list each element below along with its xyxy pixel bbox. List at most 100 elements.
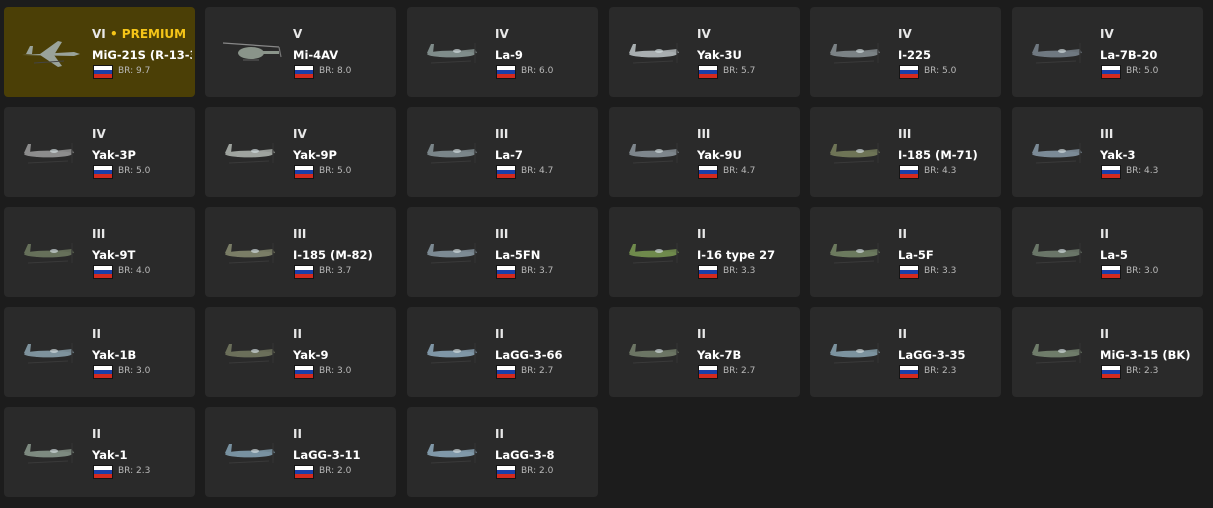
vehicle-card[interactable]: III I-185 (M-71) BR: 4.3 (810, 107, 1001, 197)
vehicle-tier: VI • PREMIUM (92, 27, 187, 41)
vehicle-card[interactable]: IV Yak-3U BR: 5.7 (609, 7, 800, 97)
russia-flag-icon (496, 465, 516, 479)
vehicle-name: Yak-9U (697, 148, 742, 162)
prop-plane-icon (14, 129, 86, 177)
vehicle-tier: IV (92, 127, 106, 141)
russia-flag-icon (93, 65, 113, 79)
vehicle-name: La-7 (495, 148, 523, 162)
vehicle-name: Yak-9T (92, 248, 136, 262)
vehicle-tier: II (92, 427, 101, 441)
prop-plane-icon (820, 129, 892, 177)
vehicle-name: I-225 (898, 48, 932, 62)
vehicle-card[interactable]: VI • PREMIUM MiG-21S (R-13-300) BR: 9.7 (4, 7, 195, 97)
battle-rating: BR: 2.3 (1126, 366, 1159, 376)
prop-plane-icon (1022, 29, 1094, 77)
vehicle-card[interactable]: IV La-7B-20 BR: 5.0 (1012, 7, 1203, 97)
vehicle-card[interactable]: II LaGG-3-11 BR: 2.0 (205, 407, 396, 497)
vehicle-name: Yak-3P (92, 148, 136, 162)
battle-rating: BR: 4.0 (118, 266, 151, 276)
vehicle-card[interactable]: III La-5FN BR: 3.7 (407, 207, 598, 297)
vehicle-card[interactable]: II MiG-3-15 (BK) BR: 2.3 (1012, 307, 1203, 397)
vehicle-tier: III (495, 227, 509, 241)
vehicle-tier: II (293, 327, 302, 341)
prop-plane-icon (14, 229, 86, 277)
russia-flag-icon (698, 165, 718, 179)
battle-rating: BR: 3.0 (319, 366, 352, 376)
vehicle-tier: IV (495, 27, 509, 41)
vehicle-name: LaGG-3-11 (293, 448, 361, 462)
battle-rating: BR: 3.3 (924, 266, 957, 276)
vehicle-card[interactable]: III Yak-9T BR: 4.0 (4, 207, 195, 297)
prop-plane-icon (619, 29, 691, 77)
vehicle-card[interactable]: II LaGG-3-8 BR: 2.0 (407, 407, 598, 497)
russia-flag-icon (698, 265, 718, 279)
battle-rating: BR: 3.7 (521, 266, 554, 276)
vehicle-tier: II (1100, 327, 1109, 341)
vehicle-tier: III (898, 127, 912, 141)
russia-flag-icon (899, 165, 919, 179)
russia-flag-icon (1101, 265, 1121, 279)
russia-flag-icon (496, 365, 516, 379)
vehicle-tier: II (898, 227, 907, 241)
vehicle-card[interactable]: IV La-9 BR: 6.0 (407, 7, 598, 97)
russia-flag-icon (899, 365, 919, 379)
battle-rating: BR: 5.0 (924, 66, 957, 76)
vehicle-card[interactable]: II Yak-7B BR: 2.7 (609, 307, 800, 397)
vehicle-card[interactable]: II LaGG-3-35 BR: 2.3 (810, 307, 1001, 397)
prop-plane-icon (820, 29, 892, 77)
prop-plane-icon (417, 329, 489, 377)
russia-flag-icon (496, 265, 516, 279)
vehicle-tier: II (92, 327, 101, 341)
vehicle-card[interactable]: III La-7 BR: 4.7 (407, 107, 598, 197)
russia-flag-icon (93, 465, 113, 479)
russia-flag-icon (698, 365, 718, 379)
battle-rating: BR: 5.7 (723, 66, 756, 76)
prop-plane-icon (215, 329, 287, 377)
vehicle-name: I-185 (M-71) (898, 148, 978, 162)
vehicle-card[interactable]: III I-185 (M-82) BR: 3.7 (205, 207, 396, 297)
vehicle-card[interactable]: II La-5 BR: 3.0 (1012, 207, 1203, 297)
battle-rating: BR: 9.7 (118, 66, 151, 76)
battle-rating: BR: 5.0 (118, 166, 151, 176)
prop-plane-icon (1022, 229, 1094, 277)
vehicle-card[interactable]: IV Yak-9P BR: 5.0 (205, 107, 396, 197)
vehicle-name: LaGG-3-66 (495, 348, 563, 362)
vehicle-name: La-5F (898, 248, 934, 262)
vehicle-tier: II (495, 327, 504, 341)
vehicle-name: LaGG-3-8 (495, 448, 555, 462)
vehicle-card[interactable]: II Yak-9 BR: 3.0 (205, 307, 396, 397)
vehicle-card[interactable]: IV Yak-3P BR: 5.0 (4, 107, 195, 197)
russia-flag-icon (294, 465, 314, 479)
battle-rating: BR: 4.3 (924, 166, 957, 176)
vehicle-card[interactable]: II Yak-1 BR: 2.3 (4, 407, 195, 497)
vehicle-tier: V (293, 27, 303, 41)
battle-rating: BR: 3.7 (319, 266, 352, 276)
prop-plane-icon (619, 129, 691, 177)
vehicle-card[interactable]: III Yak-9U BR: 4.7 (609, 107, 800, 197)
vehicle-card[interactable]: IV I-225 BR: 5.0 (810, 7, 1001, 97)
vehicle-card[interactable]: II La-5F BR: 3.3 (810, 207, 1001, 297)
vehicle-tier: IV (898, 27, 912, 41)
vehicle-name: MiG-3-15 (BK) (1100, 348, 1191, 362)
vehicle-card[interactable]: II LaGG-3-66 BR: 2.7 (407, 307, 598, 397)
prop-plane-icon (619, 329, 691, 377)
vehicle-card[interactable]: III Yak-3 BR: 4.3 (1012, 107, 1203, 197)
russia-flag-icon (93, 265, 113, 279)
helicopter-icon (215, 29, 287, 77)
russia-flag-icon (294, 65, 314, 79)
vehicle-tier: III (92, 227, 106, 241)
russia-flag-icon (93, 365, 113, 379)
russia-flag-icon (294, 165, 314, 179)
vehicle-name: Yak-3U (697, 48, 742, 62)
vehicle-card[interactable]: II I-16 type 27 BR: 3.3 (609, 207, 800, 297)
prop-plane-icon (215, 429, 287, 477)
vehicle-card[interactable]: V Mi-4AV BR: 8.0 (205, 7, 396, 97)
russia-flag-icon (899, 265, 919, 279)
prop-plane-icon (417, 29, 489, 77)
prop-plane-icon (820, 329, 892, 377)
vehicle-grid: VI • PREMIUM MiG-21S (R-13-300) BR: 9.7 V Mi… (0, 0, 1213, 508)
vehicle-tier: II (495, 427, 504, 441)
vehicle-card[interactable]: II Yak-1B BR: 3.0 (4, 307, 195, 397)
battle-rating: BR: 5.0 (1126, 66, 1159, 76)
premium-label: PREMIUM (121, 27, 187, 41)
